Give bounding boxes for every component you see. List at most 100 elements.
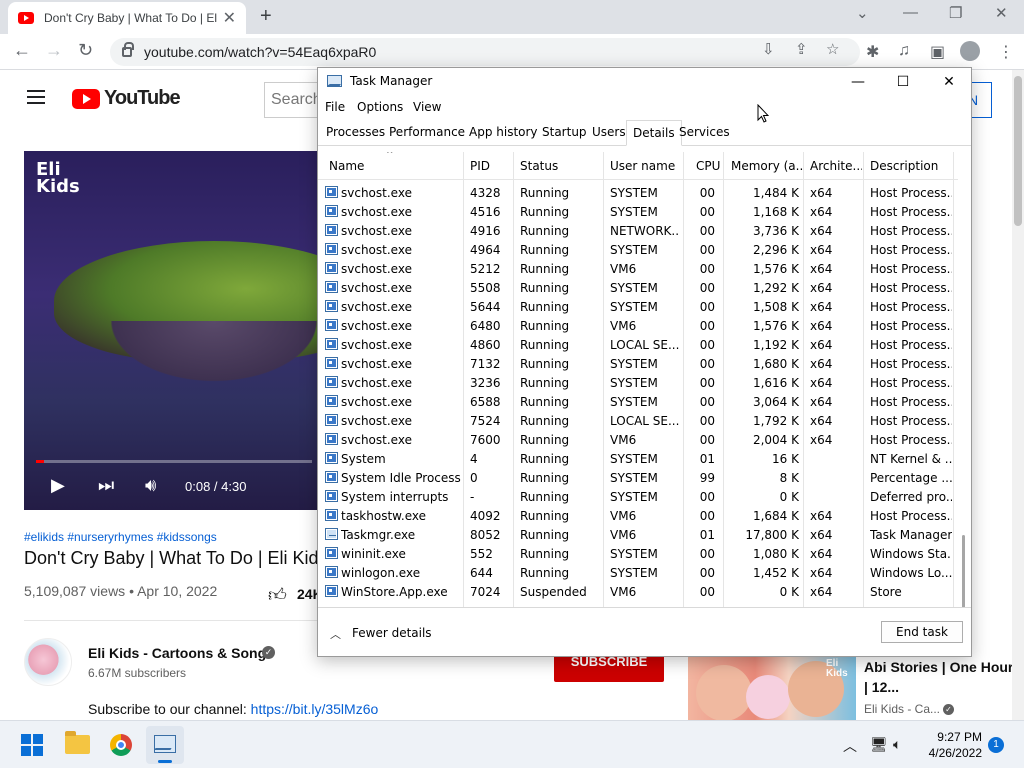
lock-icon[interactable] <box>122 42 134 57</box>
table-row[interactable]: WinStore.App.exe 7024 Suspended VM6 00 0 K x64… <box>318 582 958 601</box>
speaker-icon[interactable]: 🔈︎ <box>893 736 901 753</box>
chrome-menu-icon[interactable]: ⋮ <box>998 42 1014 62</box>
browser-close-button[interactable]: ✕ <box>995 4 1008 22</box>
play-icon[interactable]: ▶ <box>51 475 65 496</box>
table-row[interactable]: winlogon.exe 644 Running SYSTEM 00 1,452 K x64… <box>318 563 958 582</box>
table-scrollbar-thumb[interactable] <box>962 535 965 607</box>
table-row[interactable]: System 4 Running SYSTEM 01 16 K NT Kernel & ..… <box>318 449 958 468</box>
table-row[interactable]: svchost.exe 4964 Running SYSTEM 00 2,296 K x64… <box>318 240 958 259</box>
table-row[interactable]: wininit.exe 552 Running SYSTEM 00 1,080 K x64 W… <box>318 544 958 563</box>
tab-search-chevron-icon[interactable]: ⌄ <box>856 4 869 22</box>
column-header-cpu[interactable]: CPU <box>696 159 722 173</box>
table-row[interactable]: svchost.exe 7600 Running VM6 00 2,004 K x64 Hos… <box>318 430 958 449</box>
table-row[interactable]: svchost.exe 7132 Running SYSTEM 00 1,680 K x64… <box>318 354 958 373</box>
menu-file[interactable]: File <box>325 100 345 114</box>
table-row[interactable]: System interrupts - Running SYSTEM 00 0 K Defe… <box>318 487 958 506</box>
forward-arrow-icon[interactable]: → <box>45 40 63 61</box>
task-manager-taskbar-button[interactable] <box>146 726 184 764</box>
next-video-icon[interactable]: ⏭ <box>98 475 114 496</box>
install-app-icon[interactable]: ⇩ <box>762 40 775 58</box>
table-row[interactable]: svchost.exe 6588 Running SYSTEM 00 3,064 K x64… <box>318 392 958 411</box>
cell-user-name: NETWORK... <box>610 224 680 238</box>
video-progress-bar[interactable] <box>36 460 312 463</box>
address-url[interactable]: youtube.com/watch?v=54Eaq6xpaR0 <box>144 44 376 60</box>
recommended-video-title[interactable]: Abi Stories | One Hour | 12... <box>864 657 1014 697</box>
chrome-taskbar-icon[interactable] <box>110 734 132 756</box>
task-manager-titlebar[interactable]: Task Manager — ☐ ✕ <box>318 68 971 96</box>
tm-maximize-button[interactable]: ☐ <box>880 71 926 93</box>
end-task-button[interactable]: End task <box>881 621 963 643</box>
hamburger-menu-icon[interactable] <box>27 90 45 104</box>
video-hashtags[interactable]: #elikids #nurseryrhymes #kidssongs <box>24 530 217 544</box>
like-count[interactable]: 24K <box>297 586 319 602</box>
table-row[interactable]: svchost.exe 5508 Running SYSTEM 00 1,292 K x64… <box>318 278 958 297</box>
tm-close-button[interactable]: ✕ <box>926 71 972 93</box>
profile-avatar-icon[interactable] <box>960 41 980 61</box>
taskbar-clock-date[interactable]: 4/26/2022 <box>920 746 982 760</box>
column-header-name[interactable]: Name <box>329 159 459 173</box>
tab-services[interactable]: Services <box>679 125 730 139</box>
video-player[interactable]: Eli Kids ▶ ⏭ 🔊︎ 0:08 / 4:30 <box>24 151 324 510</box>
column-header-memory[interactable]: Memory (a... <box>731 159 803 173</box>
table-row[interactable]: taskhostw.exe 4092 Running VM6 00 1,684 K x64 H… <box>318 506 958 525</box>
chevron-up-icon[interactable]: ︿ <box>330 626 341 642</box>
bookmark-star-icon[interactable]: ☆ <box>826 40 839 58</box>
browser-minimize-button[interactable]: — <box>903 4 918 21</box>
table-row[interactable]: svchost.exe 4916 Running NETWORK... 00 3,736 … <box>318 221 958 240</box>
table-row[interactable]: svchost.exe 4516 Running SYSTEM 00 1,168 K x64… <box>318 202 958 221</box>
tab-performance[interactable]: Performance <box>389 125 465 139</box>
column-header-user-name[interactable]: User name <box>610 159 680 173</box>
side-panel-icon[interactable]: ▣ <box>930 42 945 62</box>
recommended-video-thumbnail[interactable]: Eli Kids <box>688 657 856 720</box>
file-explorer-icon[interactable] <box>65 731 90 754</box>
tab-close-icon[interactable]: ✕ <box>223 8 236 28</box>
show-hidden-icons-chevron-icon[interactable]: ︿ <box>843 736 857 756</box>
tab-users[interactable]: Users <box>592 125 626 139</box>
column-header-status[interactable]: Status <box>520 159 600 173</box>
menu-view[interactable]: View <box>413 100 441 114</box>
back-arrow-icon[interactable]: ← <box>13 40 31 61</box>
tab-startup[interactable]: Startup <box>542 125 587 139</box>
tab-processes[interactable]: Processes <box>326 125 385 139</box>
menu-options[interactable]: Options <box>357 100 403 114</box>
volume-icon[interactable]: 🔊︎ <box>145 475 156 496</box>
reload-icon[interactable]: ↻ <box>78 40 93 61</box>
tab-app-history[interactable]: App history <box>469 125 538 139</box>
column-header-architecture[interactable]: Archite... <box>810 159 862 173</box>
table-row[interactable]: svchost.exe 5644 Running SYSTEM 00 1,508 K x64… <box>318 297 958 316</box>
youtube-logo-icon[interactable] <box>72 89 100 109</box>
windows-start-icon[interactable] <box>21 734 43 756</box>
table-row[interactable]: System Idle Process 0 Running SYSTEM 99 8 K Pe… <box>318 468 958 487</box>
table-scrollbar[interactable] <box>959 180 971 607</box>
column-header-pid[interactable]: PID <box>470 159 510 173</box>
youtube-logo-text[interactable]: YouTube <box>104 87 181 110</box>
page-scrollbar[interactable] <box>1012 70 1024 720</box>
like-thumb-icon[interactable]: 👍︎ <box>268 584 287 606</box>
address-bar[interactable]: youtube.com/watch?v=54Eaq6xpaR0 <box>110 38 860 66</box>
channel-description-link[interactable]: https://bit.ly/35lMz6o <box>251 701 379 717</box>
tm-minimize-button[interactable]: — <box>835 71 881 93</box>
extensions-puzzle-icon[interactable]: ✱ <box>866 42 879 62</box>
notification-badge[interactable]: 1 <box>988 737 1004 753</box>
table-row[interactable]: svchost.exe 4328 Running SYSTEM 00 1,484 K x64… <box>318 183 958 202</box>
table-row[interactable]: svchost.exe 4860 Running LOCAL SE... 00 1,192… <box>318 335 958 354</box>
tab-details[interactable]: Details <box>626 120 682 146</box>
table-row[interactable]: svchost.exe 3236 Running SYSTEM 00 1,616 K x64… <box>318 373 958 392</box>
channel-name[interactable]: Eli Kids - Cartoons & Songs <box>88 645 274 661</box>
network-icon[interactable]: 🖥︎ <box>870 736 888 753</box>
table-row[interactable]: svchost.exe 7524 Running LOCAL SE... 00 1,792… <box>318 411 958 430</box>
fewer-details-link[interactable]: Fewer details <box>352 626 432 640</box>
new-tab-button[interactable]: + <box>260 5 272 28</box>
channel-avatar[interactable] <box>24 638 72 686</box>
recommended-video-channel[interactable]: Eli Kids - Ca... <box>864 702 940 716</box>
share-icon[interactable]: ⇪ <box>795 40 808 58</box>
taskbar-clock-time[interactable]: 9:27 PM <box>928 730 982 744</box>
table-row[interactable]: svchost.exe 5212 Running VM6 00 1,576 K x64 Hos… <box>318 259 958 278</box>
page-scrollbar-thumb[interactable] <box>1014 76 1022 226</box>
browser-restore-button[interactable]: ❐ <box>949 4 962 22</box>
table-row[interactable]: svchost.exe 6480 Running VM6 00 1,576 K x64 Hos… <box>318 316 958 335</box>
column-header-description[interactable]: Description <box>870 159 952 173</box>
media-controls-icon[interactable]: ♫ <box>898 42 910 60</box>
table-row[interactable]: Taskmgr.exe 8052 Running VM6 01 17,800 K x64 Ta… <box>318 525 958 544</box>
browser-tab-youtube[interactable]: Don't Cry Baby | What To Do | Eli ✕ <box>8 2 246 34</box>
